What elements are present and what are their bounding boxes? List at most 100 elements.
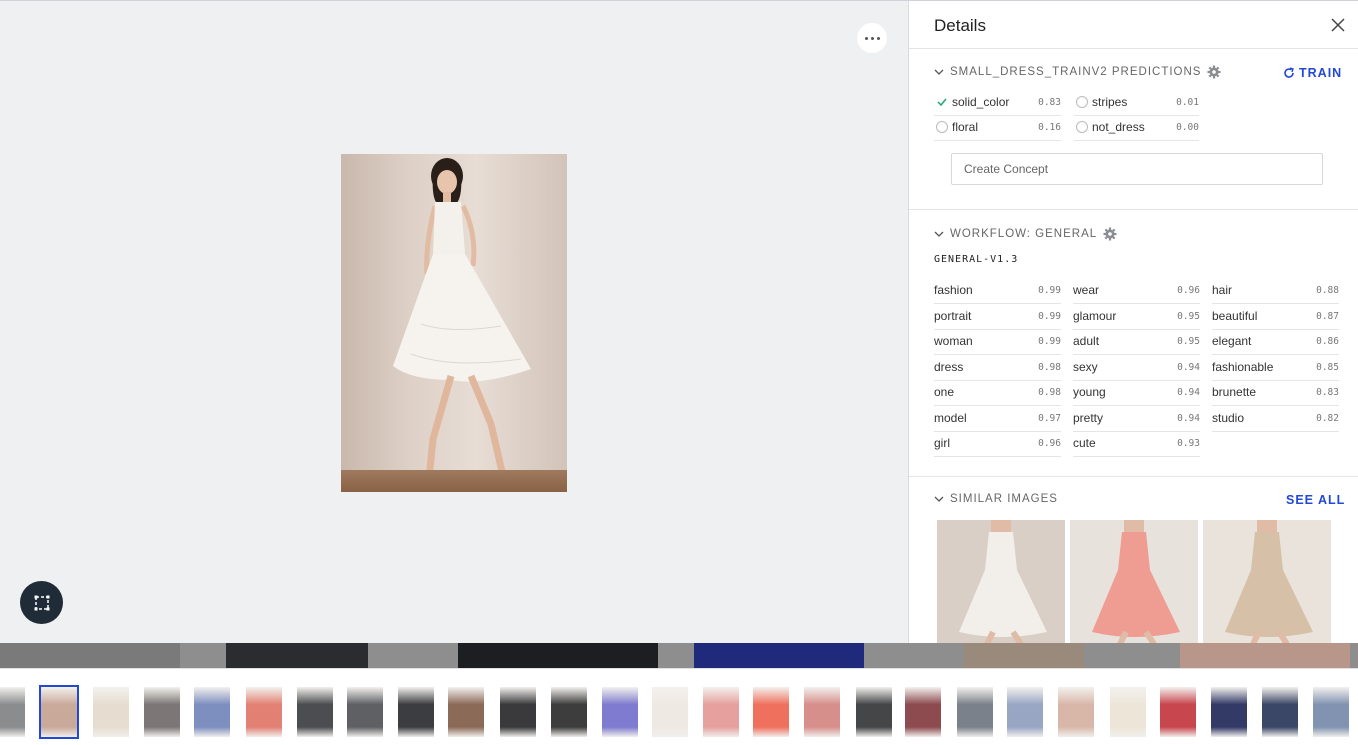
peek-image-1 — [0, 643, 180, 668]
ivory-lace-dress-thumb[interactable] — [1110, 687, 1146, 737]
cream-dress-thumb[interactable] — [93, 687, 129, 737]
concept-tag-label: portrait — [934, 308, 972, 323]
gear-icon[interactable] — [1103, 227, 1117, 241]
similar-images-header-label: SIMILAR IMAGES — [950, 493, 1058, 505]
concept-tag-value: 0.82 — [1316, 412, 1339, 424]
black-maxi-dress-thumb[interactable] — [398, 687, 434, 737]
concept-tag-label: one — [934, 385, 955, 399]
white-dress-thumb[interactable] — [39, 685, 79, 739]
similar-image[interactable] — [937, 520, 1065, 643]
pink-flare-dress-thumb[interactable] — [703, 687, 739, 737]
similar-image[interactable] — [1203, 520, 1331, 643]
prediction-row[interactable]: floral 0.16 — [934, 117, 1061, 141]
concept-tag-value: 0.99 — [1038, 336, 1061, 347]
navy-dress-thumb[interactable] — [1211, 687, 1247, 737]
concept-tag-label: glamour — [1073, 308, 1117, 323]
concept-tag-value: 0.85 — [1316, 361, 1339, 373]
see-all-label: SEE ALL — [1286, 493, 1346, 507]
concept-tag-value: 0.95 — [1177, 336, 1200, 347]
predictions-section-header[interactable]: SMALL_DRESS_TRAINV2 PREDICTIONS — [934, 65, 1221, 79]
black-halter-dress-thumb[interactable] — [500, 687, 536, 737]
concept-tag-value: 0.99 — [1038, 285, 1061, 296]
concept-tag-label: hair — [1212, 283, 1233, 297]
chambray-dress-thumb[interactable] — [1313, 687, 1349, 737]
concept-tag-value: 0.97 — [1038, 412, 1061, 424]
prediction-value: 0.83 — [1038, 97, 1061, 108]
concept-tag-value: 0.94 — [1177, 387, 1200, 398]
train-button[interactable]: TRAIN — [1283, 66, 1342, 80]
see-all-button[interactable]: SEE ALL — [1286, 493, 1345, 507]
concept-tag-label: dress — [934, 359, 964, 374]
black-dress-thumb[interactable] — [297, 687, 333, 737]
workflow-section-header[interactable]: WORKFLOW: GENERAL — [934, 227, 1117, 241]
burgundy-loafer-thumb[interactable] — [905, 687, 941, 737]
thumbnail-filmstrip — [0, 668, 1358, 745]
blue-mini-dress-thumb[interactable] — [1007, 687, 1043, 737]
coral-sundress-thumb[interactable] — [753, 687, 789, 737]
concept-tag-value: 0.86 — [1316, 336, 1339, 347]
concept-tag-row: wear 0.96 — [1073, 279, 1200, 304]
concept-tag-value: 0.99 — [1038, 310, 1061, 322]
concept-tag-label: brunette — [1212, 385, 1257, 399]
concept-tag-row: hair 0.88 — [1212, 279, 1339, 304]
gear-icon[interactable] — [1207, 65, 1221, 79]
crop-region-button[interactable] — [20, 581, 63, 624]
red-print-dress-thumb[interactable] — [1160, 687, 1196, 737]
concept-tag-label: young — [1073, 385, 1106, 399]
concept-tag-row: beautiful 0.87 — [1212, 305, 1339, 330]
create-concept-input[interactable] — [951, 153, 1323, 185]
radio-circle-icon — [1076, 96, 1088, 108]
prediction-label: floral — [952, 120, 979, 134]
divider — [909, 209, 1358, 210]
concept-tag-label: girl — [934, 436, 951, 450]
chevron-down-icon — [934, 496, 944, 502]
rose-shirt-dress-thumb[interactable] — [804, 687, 840, 737]
brown-shoe-thumb[interactable] — [448, 687, 484, 737]
divider — [909, 48, 1358, 49]
white-shift-dress-thumb[interactable] — [652, 687, 688, 737]
peek-image-6 — [1180, 643, 1350, 668]
black-boot-thumb[interactable] — [551, 687, 587, 737]
navy-tunic-dress-thumb[interactable] — [1262, 687, 1298, 737]
concept-tag-value: 0.94 — [1177, 412, 1200, 424]
concept-tag-row: dress 0.98 — [934, 356, 1061, 381]
close-icon — [1331, 18, 1345, 32]
prediction-row[interactable]: not_dress 0.00 — [1074, 117, 1199, 141]
concept-tag-label: wear — [1073, 283, 1100, 297]
prediction-row[interactable]: solid_color 0.83 — [934, 92, 1061, 116]
concept-tag-row: brunette 0.83 — [1212, 381, 1339, 406]
pale-pink-dress-thumb[interactable] — [144, 687, 180, 737]
ellipsis-icon — [864, 36, 880, 40]
gray-shoe-thumb[interactable] — [0, 687, 25, 737]
divider — [909, 476, 1358, 477]
black-slip-dress-thumb[interactable] — [856, 687, 892, 737]
train-label: TRAIN — [1299, 66, 1343, 80]
beige-dress-thumb[interactable] — [1058, 687, 1094, 737]
concept-tag-value: 0.95 — [1177, 310, 1200, 322]
concept-tag-label: studio — [1212, 410, 1245, 425]
white-lace-dress-photo — [959, 520, 1047, 643]
similar-images-section-header[interactable]: SIMILAR IMAGES — [934, 493, 1058, 505]
prediction-row[interactable]: stripes 0.01 — [1074, 92, 1199, 116]
blue-print-dress-thumb[interactable] — [194, 687, 230, 737]
more-options-button[interactable] — [857, 23, 887, 53]
concept-tag-value: 0.88 — [1316, 285, 1339, 296]
peek-image-3 — [458, 643, 658, 668]
concept-tag-value: 0.98 — [1038, 387, 1061, 398]
concept-tag-row: young 0.94 — [1073, 381, 1200, 406]
gray-maxi-dress-thumb[interactable] — [347, 687, 383, 737]
close-button[interactable] — [1328, 15, 1348, 35]
concept-tag-label: fashionable — [1212, 359, 1274, 374]
concept-tag-row: glamour 0.95 — [1073, 305, 1200, 330]
concept-tag-row: woman 0.99 — [934, 330, 1061, 355]
concept-tag-value: 0.98 — [1038, 361, 1061, 373]
concept-tag-row: adult 0.95 — [1073, 330, 1200, 355]
concept-tag-value: 0.96 — [1038, 438, 1061, 449]
refresh-icon — [1284, 67, 1294, 78]
concept-tag-label: model — [934, 410, 967, 425]
similar-image[interactable] — [1070, 520, 1198, 643]
coral-dress-thumb[interactable] — [246, 687, 282, 737]
concept-tag-row: elegant 0.86 — [1212, 330, 1339, 355]
gray-sneaker-thumb[interactable] — [957, 687, 993, 737]
periwinkle-dress-thumb[interactable] — [602, 687, 638, 737]
